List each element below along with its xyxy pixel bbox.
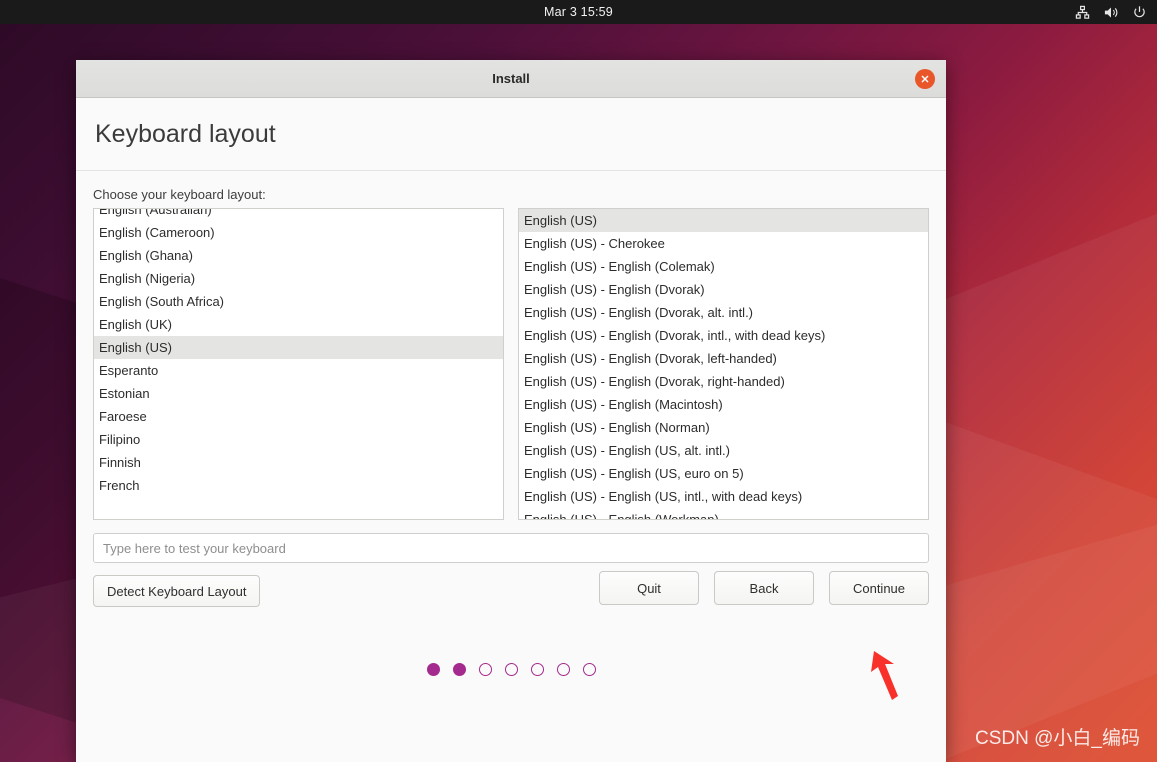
list-item[interactable]: English (US) - English (Colemak) bbox=[519, 255, 928, 278]
list-item[interactable]: English (US) - English (Dvorak, intl., w… bbox=[519, 324, 928, 347]
list-item[interactable]: English (Australian) bbox=[94, 209, 503, 221]
clock[interactable]: Mar 3 15:59 bbox=[544, 5, 613, 19]
progress-dot bbox=[504, 663, 518, 676]
progress-dot bbox=[582, 663, 596, 676]
list-item[interactable]: French bbox=[94, 474, 503, 497]
window-title: Install bbox=[492, 71, 530, 86]
keyboard-layout-lists: English (Australian) English (Cameroon) En… bbox=[93, 208, 929, 520]
list-item[interactable]: English (US) bbox=[94, 336, 503, 359]
progress-dot bbox=[478, 663, 492, 676]
list-item[interactable]: Filipino bbox=[94, 428, 503, 451]
variant-list[interactable]: English (US) English (US) - Cherokee Engli… bbox=[518, 208, 929, 520]
list-item[interactable]: English (Ghana) bbox=[94, 244, 503, 267]
volume-icon[interactable] bbox=[1103, 5, 1119, 20]
list-item[interactable]: English (US) - English (US, intl., with … bbox=[519, 485, 928, 508]
network-wired-icon[interactable] bbox=[1075, 5, 1090, 20]
quit-button[interactable]: Quit bbox=[599, 571, 699, 605]
detect-keyboard-layout-button[interactable]: Detect Keyboard Layout bbox=[93, 575, 261, 607]
variant-list-inner: English (US) English (US) - Cherokee Engli… bbox=[519, 209, 928, 519]
list-item[interactable]: English (South Africa) bbox=[94, 290, 503, 313]
continue-button[interactable]: Continue bbox=[829, 571, 929, 605]
window-body: Choose your keyboard layout: English (Au… bbox=[76, 171, 946, 762]
list-item[interactable]: English (US) - English (US, alt. intl.) bbox=[519, 439, 928, 462]
list-item[interactable]: English (US) bbox=[519, 209, 928, 232]
list-item[interactable]: English (US) - English (Dvorak) bbox=[519, 278, 928, 301]
progress-dot bbox=[530, 663, 544, 676]
layout-list[interactable]: English (Australian) English (Cameroon) En… bbox=[93, 208, 504, 520]
list-item[interactable]: English (Cameroon) bbox=[94, 221, 503, 244]
list-item[interactable]: Esperanto bbox=[94, 359, 503, 382]
choose-layout-label: Choose your keyboard layout: bbox=[93, 187, 266, 202]
list-item[interactable]: Estonian bbox=[94, 382, 503, 405]
window-titlebar: Install bbox=[76, 60, 946, 98]
list-item[interactable]: Finnish bbox=[94, 451, 503, 474]
system-tray bbox=[1075, 0, 1147, 24]
power-icon[interactable] bbox=[1132, 5, 1147, 20]
action-buttons: Quit Back Continue bbox=[599, 571, 929, 605]
close-icon[interactable] bbox=[915, 69, 935, 89]
list-item[interactable]: Faroese bbox=[94, 405, 503, 428]
progress-dots bbox=[76, 663, 946, 676]
back-button[interactable]: Back bbox=[714, 571, 814, 605]
progress-dot bbox=[426, 663, 440, 676]
progress-dot bbox=[452, 663, 466, 676]
list-item[interactable]: English (US) - English (US, euro on 5) bbox=[519, 462, 928, 485]
list-item[interactable]: English (US) - English (Macintosh) bbox=[519, 393, 928, 416]
list-item[interactable]: English (US) - English (Dvorak, left-han… bbox=[519, 347, 928, 370]
list-item[interactable]: English (UK) bbox=[94, 313, 503, 336]
list-item[interactable]: English (US) - English (Dvorak, alt. int… bbox=[519, 301, 928, 324]
progress-dot bbox=[556, 663, 570, 676]
install-window: Install Keyboard layout Choose your keyb… bbox=[76, 60, 946, 762]
layout-list-inner: English (Australian) English (Cameroon) En… bbox=[94, 209, 503, 497]
list-item[interactable]: English (US) - English (Workman) bbox=[519, 508, 928, 519]
page-title: Keyboard layout bbox=[95, 119, 276, 148]
page-header: Keyboard layout bbox=[76, 98, 946, 171]
keyboard-test-input[interactable] bbox=[93, 533, 929, 563]
list-item[interactable]: English (US) - English (Norman) bbox=[519, 416, 928, 439]
watermark: CSDN @小白_编码 bbox=[975, 728, 1140, 749]
top-bar: Mar 3 15:59 bbox=[0, 0, 1157, 24]
desktop: Mar 3 15:59 Install Keyboard layout Choo… bbox=[0, 0, 1157, 762]
list-item[interactable]: English (US) - English (Dvorak, right-ha… bbox=[519, 370, 928, 393]
list-item[interactable]: English (Nigeria) bbox=[94, 267, 503, 290]
list-item[interactable]: English (US) - Cherokee bbox=[519, 232, 928, 255]
